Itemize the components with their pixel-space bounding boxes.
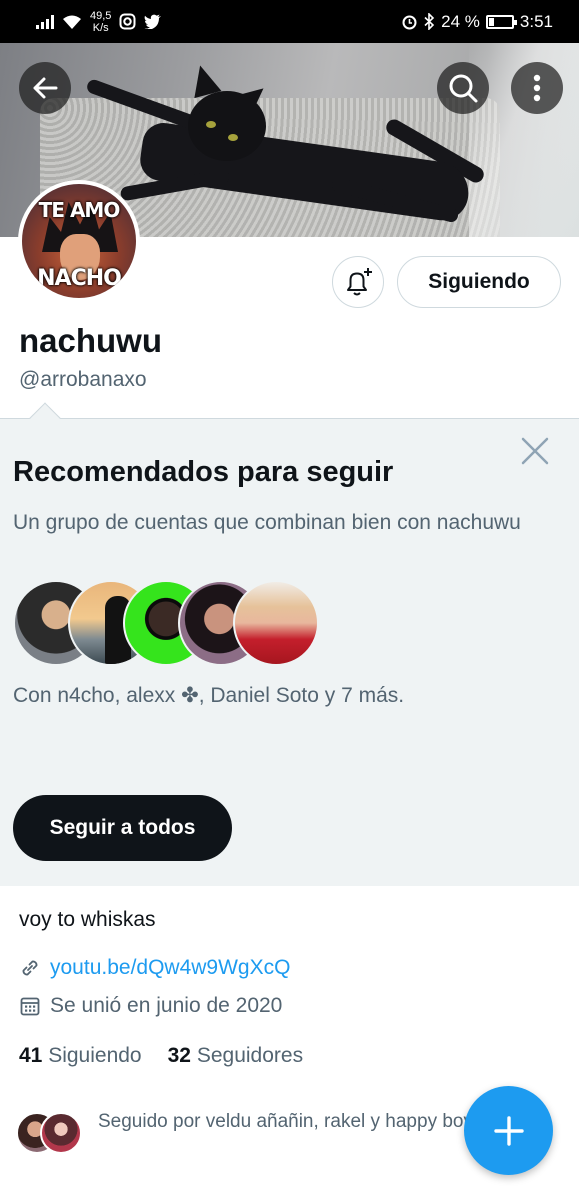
calendar-icon — [20, 997, 40, 1016]
back-button[interactable] — [19, 62, 71, 114]
plus-icon — [493, 1115, 524, 1146]
notifications-button[interactable] — [332, 256, 384, 308]
alarm-icon — [402, 15, 417, 30]
more-vertical-icon — [533, 74, 541, 102]
link-icon — [22, 960, 38, 976]
search-icon — [449, 74, 478, 103]
following-button[interactable]: Siguiendo — [397, 256, 561, 308]
net-speed: 49,5 K/s — [90, 10, 111, 34]
clock: 3:51 — [519, 11, 553, 31]
joined-date: Se unió en junio de 2020 — [50, 994, 283, 1017]
follow-counts: 41 Siguiendo 32 Seguidores — [19, 1044, 303, 1068]
recommendations-names: Con n4cho, alexx ✤, Daniel Soto y 7 más. — [13, 684, 405, 707]
signal-icon — [36, 14, 54, 29]
follow-all-button[interactable]: Seguir a todos — [13, 795, 232, 861]
follower-avatar — [40, 1112, 82, 1154]
close-button[interactable] — [520, 436, 550, 466]
battery-percent: 24 % — [441, 11, 480, 31]
avatar[interactable]: TE AMO NACHO — [18, 180, 140, 302]
twitter-icon — [144, 14, 162, 29]
joined-row: Se unió en junio de 2020 — [19, 994, 282, 1018]
followers-label: Seguidores — [196, 1044, 304, 1067]
compose-tweet-button[interactable] — [464, 1086, 553, 1175]
avatar-text-bottom: NACHO — [37, 266, 122, 291]
followers-count: 32 — [167, 1044, 191, 1067]
website-link[interactable]: youtu.be/dQw4w9WgXcQ — [50, 956, 290, 980]
followers-count-link[interactable]: 32 Seguidores — [168, 1044, 303, 1068]
followed-by-text: Seguido por veldu añañin, rakel y happy … — [98, 1111, 473, 1132]
close-icon — [521, 437, 549, 465]
more-options-button[interactable] — [511, 62, 563, 114]
display-name: nachuwu — [19, 322, 163, 359]
bio: voy to whiskas — [19, 908, 156, 931]
cat-eye — [206, 121, 216, 128]
bell-plus-icon — [347, 268, 372, 296]
cat-eye — [228, 134, 238, 141]
handle: @arrobanaxo — [19, 368, 147, 391]
net-speed-unit: K/s — [92, 21, 109, 34]
recommended-avatar[interactable] — [233, 580, 319, 666]
following-count: 41 — [19, 1044, 43, 1067]
arrow-left-icon — [33, 77, 58, 99]
bluetooth-icon — [424, 13, 435, 30]
following-count-link[interactable]: 41 Siguiendo — [19, 1044, 142, 1068]
net-speed-value: 49,5 — [90, 9, 112, 22]
recommendations-subtitle: Un grupo de cuentas que combinan bien co… — [13, 511, 521, 534]
cat-head — [188, 91, 266, 161]
wifi-icon — [63, 15, 81, 29]
website-row: youtu.be/dQw4w9WgXcQ — [19, 956, 290, 980]
recommendations-title: Recomendados para seguir — [13, 456, 394, 488]
battery-icon — [485, 14, 517, 29]
avatar-text-top: TE AMO — [38, 198, 121, 222]
instagram-icon — [119, 13, 136, 30]
search-button[interactable] — [437, 62, 489, 114]
following-label: Siguiendo — [48, 1044, 142, 1067]
status-bar: 49,5 K/s 24 % 3:51 — [0, 0, 579, 43]
